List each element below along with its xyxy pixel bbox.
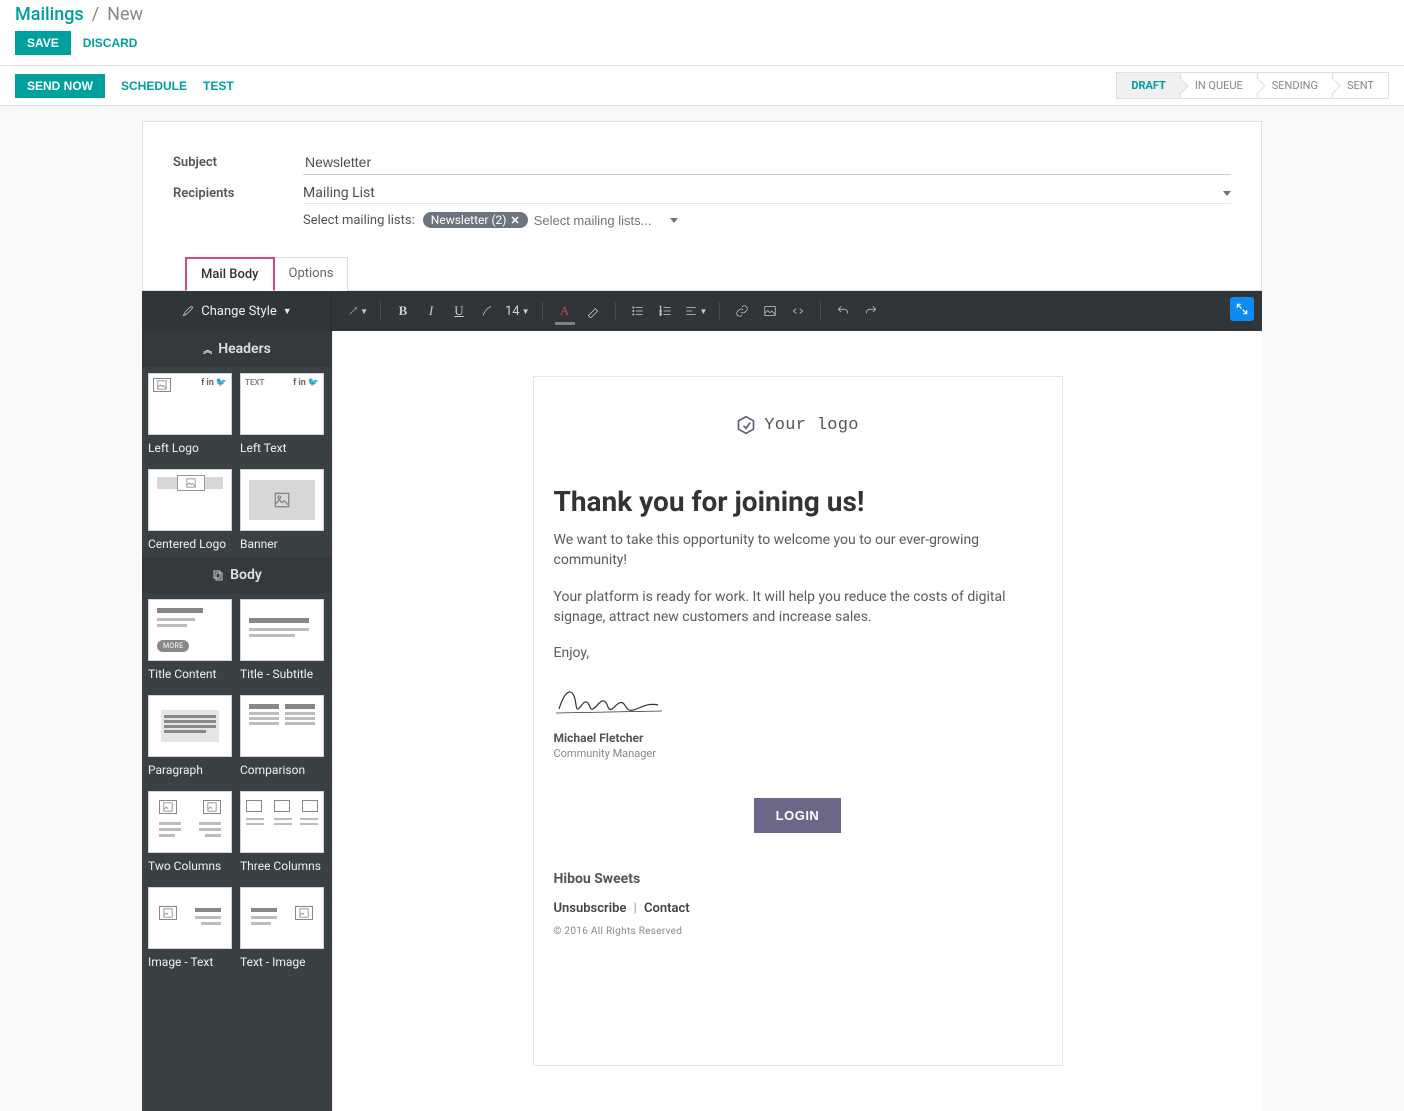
image-icon[interactable] xyxy=(760,300,780,322)
undo-icon[interactable] xyxy=(833,300,853,322)
email-para-3: Enjoy, xyxy=(554,643,1042,663)
sidebar-section-headers[interactable]: ︽ Headers xyxy=(142,331,332,367)
redo-icon[interactable] xyxy=(861,300,881,322)
unsubscribe-link[interactable]: Unsubscribe xyxy=(554,901,627,916)
highlight-icon[interactable] xyxy=(583,300,603,322)
block-image-text[interactable]: Image - Text xyxy=(148,887,232,975)
logo-text: Your logo xyxy=(764,416,859,435)
link-icon[interactable] xyxy=(732,300,752,322)
stage-draft[interactable]: DRAFT xyxy=(1116,72,1181,99)
block-left-text[interactable]: TEXT fin🐦 Left Text xyxy=(240,373,324,461)
brush-icon xyxy=(181,304,195,318)
block-comparison[interactable]: Comparison xyxy=(240,695,324,783)
block-centered-logo[interactable]: Centered Logo xyxy=(148,469,232,557)
mailing-lists-input[interactable] xyxy=(534,213,664,228)
email-preview: Your logo Thank you for joining us! We w… xyxy=(533,376,1063,1066)
block-title-subtitle[interactable]: Title - Subtitle xyxy=(240,599,324,687)
tab-mail-body[interactable]: Mail Body xyxy=(185,257,275,291)
block-text-image[interactable]: Text - Image xyxy=(240,887,324,975)
social-icons: fin🐦 xyxy=(201,378,227,388)
footer-divider: | xyxy=(634,901,637,916)
subject-label: Subject xyxy=(173,155,303,170)
copyright-text: © 2016 All Rights Reserved xyxy=(554,926,1042,937)
recipients-label: Recipients xyxy=(173,186,303,201)
mailing-lists-label: Select mailing lists: xyxy=(303,213,415,228)
expand-icon xyxy=(1235,302,1249,316)
breadcrumb-current: New xyxy=(107,4,143,25)
email-heading: Thank you for joining us! xyxy=(554,485,1042,518)
align-icon[interactable]: ▼ xyxy=(684,300,708,322)
block-paragraph[interactable]: Paragraph xyxy=(148,695,232,783)
breadcrumb-mailings-link[interactable]: Mailings xyxy=(15,4,84,25)
svg-text:3: 3 xyxy=(659,313,661,317)
email-canvas[interactable]: Your logo Thank you for joining us! We w… xyxy=(332,331,1262,1111)
discard-button[interactable]: DISCARD xyxy=(83,36,138,50)
font-color-icon[interactable]: A xyxy=(555,300,575,322)
status-stages: DRAFT IN QUEUE SENDING SENT xyxy=(1116,72,1389,99)
mailing-list-tag-text: Newsletter (2) xyxy=(431,213,507,227)
save-button[interactable]: SAVE xyxy=(15,31,71,55)
recipients-value: Mailing List xyxy=(303,185,1223,201)
signature-name: Michael Fletcher xyxy=(554,731,1042,745)
tab-options[interactable]: Options xyxy=(274,257,349,291)
caret-down-icon[interactable] xyxy=(670,218,678,223)
subject-input[interactable] xyxy=(303,150,1231,175)
footer-company: Hibou Sweets xyxy=(554,871,1042,887)
caret-down-icon xyxy=(1223,191,1231,196)
email-para-2: Your platform is ready for work. It will… xyxy=(554,587,1042,628)
change-style-label: Change Style xyxy=(201,304,276,319)
breadcrumb: Mailings / New xyxy=(15,4,1389,25)
underline-icon[interactable]: U xyxy=(449,300,469,322)
change-style-dropdown[interactable]: Change Style ▼ xyxy=(142,291,332,331)
send-now-button[interactable]: SEND NOW xyxy=(15,74,105,98)
italic-icon[interactable]: I xyxy=(421,300,441,322)
ol-icon[interactable]: 123 xyxy=(656,300,676,322)
blocks-sidebar: ︽ Headers fin🐦 Left Logo xyxy=(142,331,332,1111)
bold-icon[interactable]: B xyxy=(393,300,413,322)
mailing-list-tag[interactable]: Newsletter (2) ✕ xyxy=(423,212,528,228)
caret-down-icon: ▼ xyxy=(283,306,292,317)
strike-icon[interactable] xyxy=(477,300,497,322)
stage-in-queue[interactable]: IN QUEUE xyxy=(1181,72,1258,99)
signature-title: Community Manager xyxy=(554,747,1042,760)
contact-link[interactable]: Contact xyxy=(644,901,690,916)
stage-sent[interactable]: SENT xyxy=(1333,72,1389,99)
block-two-columns[interactable]: Two Columns xyxy=(148,791,232,879)
copy-icon xyxy=(212,569,224,581)
logo-icon xyxy=(736,415,756,435)
schedule-button[interactable]: SCHEDULE xyxy=(121,79,187,93)
stage-sending[interactable]: SENDING xyxy=(1258,72,1333,99)
email-para-1: We want to take this opportunity to welc… xyxy=(554,530,1042,571)
tag-remove-icon[interactable]: ✕ xyxy=(510,214,519,227)
editor-toolbar: Change Style ▼ ▼ B I U 14 ▼ A 123 ▼ xyxy=(142,291,1262,331)
ul-icon[interactable] xyxy=(628,300,648,322)
sidebar-section-body[interactable]: Body xyxy=(142,557,332,593)
block-three-columns[interactable]: Three Columns xyxy=(240,791,324,879)
recipients-select[interactable]: Mailing List xyxy=(303,183,1231,204)
font-size-dropdown[interactable]: 14 ▼ xyxy=(505,300,530,322)
login-button[interactable]: LOGIN xyxy=(754,798,842,833)
block-left-logo[interactable]: fin🐦 Left Logo xyxy=(148,373,232,461)
block-banner[interactable]: Banner xyxy=(240,469,324,557)
code-icon[interactable] xyxy=(788,300,808,322)
signature-image xyxy=(554,679,664,723)
fullscreen-button[interactable] xyxy=(1230,297,1254,321)
block-title-content[interactable]: MORE Title Content xyxy=(148,599,232,687)
test-button[interactable]: TEST xyxy=(203,79,234,93)
wand-icon[interactable]: ▼ xyxy=(348,300,368,322)
social-icons: fin🐦 xyxy=(293,378,319,388)
breadcrumb-separator: / xyxy=(92,4,99,25)
chevron-up-icon: ︽ xyxy=(203,343,212,356)
